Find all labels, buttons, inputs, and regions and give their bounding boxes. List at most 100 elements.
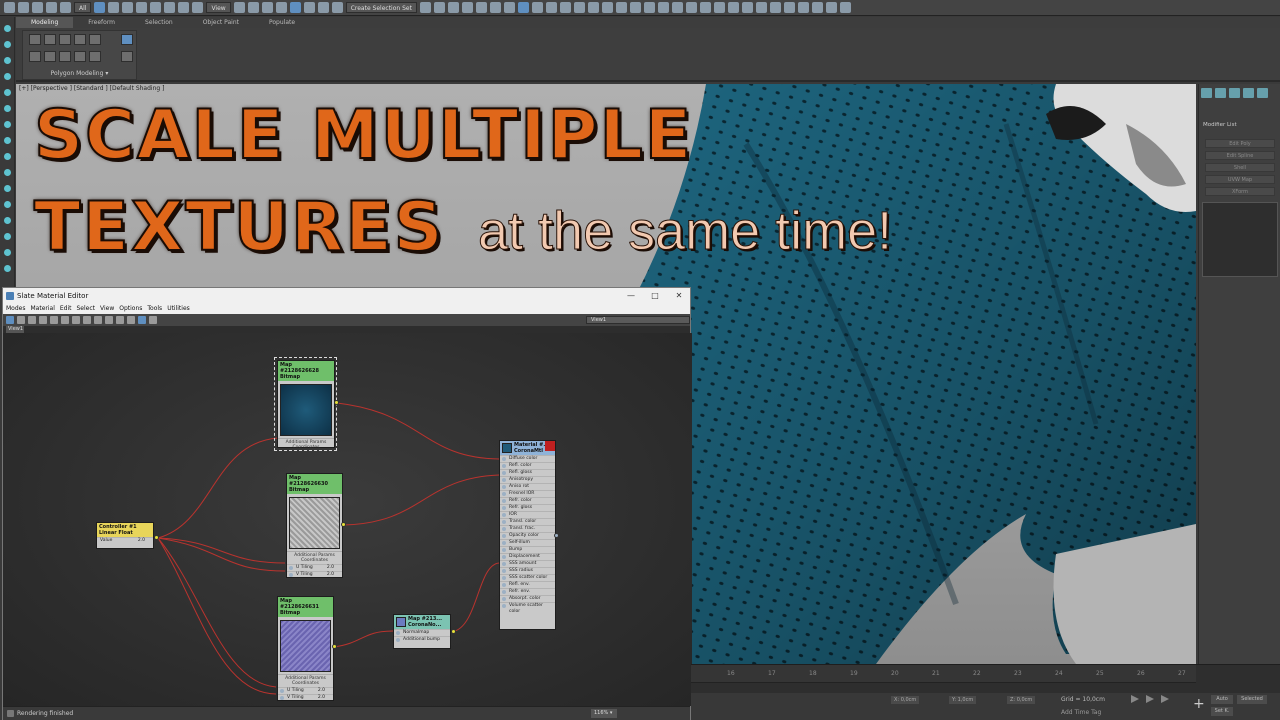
input-socket[interactable] xyxy=(502,520,506,524)
input-socket[interactable] xyxy=(502,541,506,545)
preview-selection-button[interactable] xyxy=(74,51,86,62)
curve-editor-icon[interactable] xyxy=(489,2,501,13)
move-children-icon[interactable] xyxy=(61,316,69,324)
motion-tab-icon[interactable] xyxy=(1243,88,1254,98)
menu-modes[interactable]: Modes xyxy=(6,304,25,314)
hierarchy-panel-icon[interactable] xyxy=(4,57,11,64)
tool-icon-7[interactable] xyxy=(4,121,11,128)
plugin-toolbar-icon-5[interactable] xyxy=(629,2,641,13)
key-filter-dropdown[interactable]: Selected xyxy=(1237,695,1267,704)
named-selection-set-dropdown[interactable]: Create Selection Set xyxy=(345,2,417,13)
plugin-toolbar-icon-7[interactable] xyxy=(657,2,669,13)
output-socket[interactable] xyxy=(334,400,339,405)
viewport-label[interactable]: [+] [Perspective ] [Standard ] [Default … xyxy=(19,85,164,92)
row-value[interactable]: 2.0 xyxy=(327,572,334,578)
schematic-view-icon[interactable] xyxy=(503,2,515,13)
tool-icon-10[interactable] xyxy=(4,169,11,176)
render-setup-icon[interactable] xyxy=(531,2,543,13)
material-slot-row[interactable]: Refl. env. xyxy=(500,581,555,588)
material-slot-row[interactable]: Diffuse color xyxy=(500,455,555,462)
plugin-toolbar-icon-13[interactable] xyxy=(741,2,753,13)
v-tiling-row[interactable]: V Tiling 2.0 xyxy=(287,571,342,578)
input-socket[interactable] xyxy=(502,499,506,503)
view-tab[interactable]: View1 xyxy=(6,326,24,333)
sme-titlebar[interactable]: Slate Material Editor — □ ✕ xyxy=(3,288,690,304)
material-slot-row[interactable]: Aniso rot xyxy=(500,483,555,490)
utilities-panel-icon[interactable] xyxy=(4,105,11,112)
edit-named-selection-icon[interactable] xyxy=(331,2,343,13)
material-slot-row[interactable]: Refr. env. xyxy=(500,588,555,595)
input-socket[interactable] xyxy=(289,573,293,577)
material-slot-row[interactable]: Opacity color xyxy=(500,532,555,539)
plugin-toolbar-icon-18[interactable] xyxy=(811,2,823,13)
assign-material-icon[interactable] xyxy=(39,316,47,324)
input-socket[interactable] xyxy=(502,457,506,461)
corona-normal-node[interactable]: Map #213... CoronaNo... Normalmap Additi… xyxy=(393,614,451,649)
tab-object-paint[interactable]: Object Paint xyxy=(188,17,254,28)
v-tiling-row[interactable]: V Tiling 2.0 xyxy=(278,694,333,701)
input-socket[interactable] xyxy=(502,534,506,538)
bitmap-node-2[interactable]: Map #2128626630 Bitmap Additional Params… xyxy=(286,473,343,578)
show-map-in-viewport-icon[interactable] xyxy=(72,316,80,324)
maximize-icon[interactable]: □ xyxy=(643,288,667,304)
input-socket[interactable] xyxy=(502,527,506,531)
tool-icon-16[interactable] xyxy=(4,265,11,272)
element-mode-button[interactable] xyxy=(89,34,101,45)
select-object-icon[interactable] xyxy=(94,2,106,13)
menu-material[interactable]: Material xyxy=(30,304,54,314)
plugin-toolbar-icon-3[interactable] xyxy=(601,2,613,13)
modify-panel-icon[interactable] xyxy=(4,41,11,48)
input-socket[interactable] xyxy=(502,548,506,552)
minimize-icon[interactable]: — xyxy=(619,288,643,304)
input-socket[interactable] xyxy=(502,562,506,566)
spinner-snap-icon[interactable] xyxy=(317,2,329,13)
auto-key-button[interactable]: Auto xyxy=(1211,695,1233,704)
redo-icon[interactable] xyxy=(18,2,29,13)
render-production-icon[interactable] xyxy=(559,2,571,13)
zoom-tool-icon[interactable] xyxy=(149,316,157,324)
add-time-tag[interactable]: Add Time Tag xyxy=(1061,709,1101,716)
plugin-toolbar-icon-1[interactable] xyxy=(573,2,585,13)
material-slot-row[interactable]: IOR xyxy=(500,511,555,518)
vertex-mode-button[interactable] xyxy=(29,34,41,45)
plugin-toolbar-icon-15[interactable] xyxy=(769,2,781,13)
toggle-command-mode-button[interactable] xyxy=(59,51,71,62)
rotate-icon[interactable] xyxy=(164,2,176,13)
output-socket[interactable] xyxy=(451,629,456,634)
create-panel-icon[interactable] xyxy=(4,25,11,32)
material-slot-row[interactable]: Volume scatter color xyxy=(500,602,555,615)
material-slot-row[interactable]: Transl. frac. xyxy=(500,525,555,532)
input-socket[interactable] xyxy=(280,696,284,700)
ignore-backfacing-button[interactable] xyxy=(121,34,133,45)
zoom-dropdown[interactable]: 116% ▾ xyxy=(591,709,617,718)
input-socket[interactable] xyxy=(502,485,506,489)
plugin-toolbar-icon-19[interactable] xyxy=(825,2,837,13)
window-crossing-icon[interactable] xyxy=(136,2,148,13)
use-displace-button[interactable] xyxy=(89,51,101,62)
material-slot-row[interactable]: Displacement xyxy=(500,553,555,560)
tab-freeform[interactable]: Freeform xyxy=(73,17,130,28)
time-ruler[interactable]: 16 17 18 19 20 21 22 23 24 25 26 27 xyxy=(691,665,1196,683)
xform-button[interactable]: XForm xyxy=(1205,187,1275,196)
input-socket[interactable] xyxy=(502,513,506,517)
bitmap-node-3[interactable]: Map #2128626631 Bitmap Additional Params… xyxy=(277,596,334,701)
z-coordinate-field[interactable]: Z: 0,0cm xyxy=(1007,696,1036,704)
tool-icon-15[interactable] xyxy=(4,249,11,256)
bitmap-node-1[interactable]: Map #2128626628 Bitmap Additional Params… xyxy=(277,360,335,450)
plugin-toolbar-icon-14[interactable] xyxy=(755,2,767,13)
angle-snap-icon[interactable] xyxy=(289,2,301,13)
input-socket[interactable] xyxy=(502,471,506,475)
input-socket[interactable] xyxy=(502,583,506,587)
controller-node[interactable]: Controller #1 Linear Float Value 2.0 xyxy=(96,522,154,549)
tab-populate[interactable]: Populate xyxy=(254,17,310,28)
x-coordinate-field[interactable]: X: 0,0cm xyxy=(891,696,920,704)
material-slot-row[interactable]: Transl. color xyxy=(500,518,555,525)
undo-icon[interactable] xyxy=(4,2,15,13)
y-coordinate-field[interactable]: Y: 1,0cm xyxy=(949,696,977,704)
material-slot-row[interactable]: Refl. gloss xyxy=(500,469,555,476)
unlink-icon[interactable] xyxy=(46,2,57,13)
tab-modeling[interactable]: Modeling xyxy=(16,17,74,28)
close-icon[interactable]: ✕ xyxy=(667,288,691,304)
modify-mode-button[interactable] xyxy=(29,51,41,62)
material-slot-row[interactable]: SSS radius xyxy=(500,567,555,574)
